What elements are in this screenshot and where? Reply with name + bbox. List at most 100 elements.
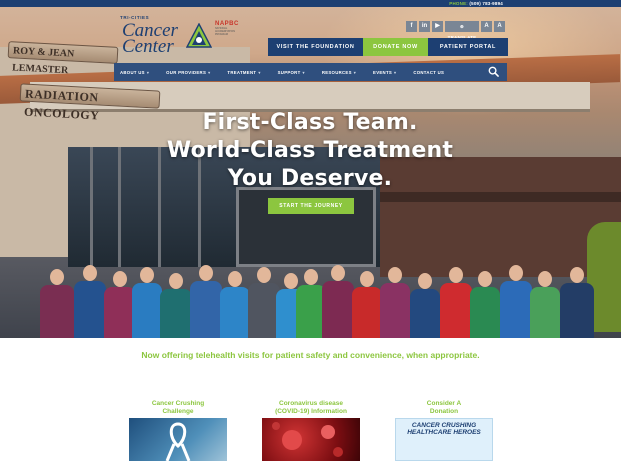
search-icon[interactable] — [488, 66, 499, 77]
hero-heading-line1: First-Class Team. — [202, 110, 418, 135]
staff-member — [190, 281, 222, 338]
font-size-decrease-button[interactable]: A — [481, 21, 492, 32]
main-navigation: ABOUT US ▾ OUR PROVIDERS ▾ TREATMENT ▾ SUPP… — [114, 63, 507, 81]
staff-head — [509, 265, 523, 281]
social-links: f in ▶ ⊕ TRANSLATE A A — [406, 21, 505, 40]
nav-events[interactable]: EVENTS ▾ — [373, 70, 396, 75]
staff-member — [220, 287, 250, 338]
nav-label: ABOUT US — [120, 69, 145, 75]
staff-member — [530, 287, 560, 338]
staff-member — [40, 285, 74, 338]
card-title-line: Donation — [429, 408, 459, 415]
hero-heading-line2: World-Class Treatment — [166, 138, 454, 163]
staff-head — [360, 271, 374, 287]
staff-member — [352, 287, 382, 338]
globe-icon: ⊕ — [460, 24, 464, 29]
staff-head — [331, 265, 345, 281]
nav-about-us[interactable]: ABOUT US ▾ — [120, 70, 149, 75]
staff-head — [257, 267, 271, 283]
chevron-down-icon: ▾ — [146, 69, 150, 75]
staff-member — [322, 281, 354, 338]
card-image-crushing-challenge[interactable] — [129, 418, 227, 461]
logo-mark-icon — [186, 23, 212, 48]
nav-label: EVENTS — [373, 69, 393, 75]
staff-head — [388, 267, 402, 283]
staff-member — [470, 287, 500, 338]
staff-head — [83, 265, 97, 281]
staff-member — [500, 281, 532, 338]
chevron-down-icon: ▾ — [258, 69, 261, 75]
nav-label: SUPPORT — [277, 69, 301, 75]
chevron-down-icon: ▾ — [394, 69, 397, 75]
card-title-line: Coronavirus disease — [279, 400, 343, 407]
staff-head — [50, 269, 64, 285]
staff-head — [449, 267, 463, 283]
staff-head — [538, 271, 552, 287]
card-title-covid[interactable]: Coronavirus disease (COVID-19) Informati… — [262, 400, 360, 416]
hero-heading: First-Class Team. World-Class Treatment … — [150, 109, 470, 193]
napbc-logo: NAPBC NATIONAL ACCREDITATION PROGRAM — [215, 21, 245, 36]
hero-section: ROY & JEAN LEMASTER RADIATION ONCOLOGY T… — [0, 7, 621, 338]
phone-label: PHONE: — [449, 1, 468, 6]
phone-value: (509) 783-9894 — [469, 1, 503, 6]
staff-head — [169, 273, 183, 289]
brick-band — [380, 192, 621, 202]
nav-label: CONTACT US — [413, 69, 445, 75]
phone-number[interactable]: PHONE: (509) 783-9894 — [449, 0, 503, 7]
staff-member — [440, 283, 472, 338]
staff-member — [560, 283, 594, 338]
staff-head — [140, 267, 154, 283]
chevron-down-icon: ▾ — [302, 69, 305, 75]
card-title-donation[interactable]: Consider A Donation — [395, 400, 493, 416]
nav-label: OUR PROVIDERS — [166, 69, 207, 75]
staff-head — [570, 267, 584, 283]
staff-member — [410, 289, 440, 338]
staff-head — [284, 273, 298, 289]
nav-contact-us[interactable]: CONTACT US — [413, 70, 444, 75]
card-title-crushing-challenge[interactable]: Cancer Crushing Challenge — [129, 400, 227, 416]
telehealth-notice[interactable]: Now offering telehealth visits for patie… — [0, 350, 621, 360]
donate-now-button[interactable]: DONATE NOW — [363, 38, 428, 56]
chevron-down-icon: ▾ — [353, 69, 357, 75]
linkedin-icon[interactable]: in — [419, 21, 430, 32]
translate-button[interactable]: ⊕ TRANSLATE — [445, 21, 479, 40]
staff-head — [304, 269, 318, 285]
card-image-covid[interactable] — [262, 418, 360, 461]
staff-group-photo — [0, 245, 621, 338]
donation-image-text: CANCER CRUSHING HEALTHCARE HEROES — [407, 422, 481, 436]
nav-treatment[interactable]: TREATMENT ▾ — [227, 70, 260, 75]
nav-label: TREATMENT — [227, 69, 257, 75]
ribbon-icon — [165, 422, 191, 461]
top-utility-bar: PHONE: (509) 783-9894 — [0, 0, 621, 7]
card-title-line: Challenge — [162, 408, 194, 415]
nav-support[interactable]: SUPPORT ▾ — [278, 70, 305, 75]
facebook-icon[interactable]: f — [406, 21, 417, 32]
building-sign-lemaster: ROY & JEAN LEMASTER — [7, 41, 119, 76]
card-title-line: Cancer Crushing — [151, 400, 205, 407]
staff-head — [418, 273, 432, 289]
start-journey-button[interactable]: START THE JOURNEY — [268, 198, 354, 214]
header-actions: VISIT THE FOUNDATION DONATE NOW PATIENT … — [268, 38, 508, 56]
staff-member — [160, 289, 192, 338]
staff-head — [199, 265, 213, 281]
napbc-logo-sub: NATIONAL ACCREDITATION PROGRAM — [215, 27, 236, 36]
card-title-line: Consider A — [426, 400, 462, 407]
staff-head — [228, 271, 242, 287]
chevron-down-icon: ▾ — [208, 69, 211, 75]
hero-heading-line3: You Deserve. — [227, 166, 393, 191]
staff-member — [74, 281, 106, 338]
card-image-donation[interactable]: CANCER CRUSHING HEALTHCARE HEROES — [395, 418, 493, 461]
staff-head — [478, 271, 492, 287]
logo-name-line2: Center — [122, 36, 174, 57]
visit-foundation-button[interactable]: VISIT THE FOUNDATION — [268, 38, 363, 56]
staff-member — [380, 283, 410, 338]
patient-portal-button[interactable]: PATIENT PORTAL — [428, 38, 508, 56]
nav-our-providers[interactable]: OUR PROVIDERS ▾ — [166, 70, 210, 75]
font-size-increase-button[interactable]: A — [494, 21, 505, 32]
staff-head — [113, 271, 127, 287]
nav-resources[interactable]: RESOURCES ▾ — [322, 70, 356, 75]
youtube-icon[interactable]: ▶ — [432, 21, 443, 32]
virus-icon — [272, 422, 343, 457]
staff-member — [132, 283, 162, 338]
nav-label: RESOURCES — [321, 69, 352, 75]
